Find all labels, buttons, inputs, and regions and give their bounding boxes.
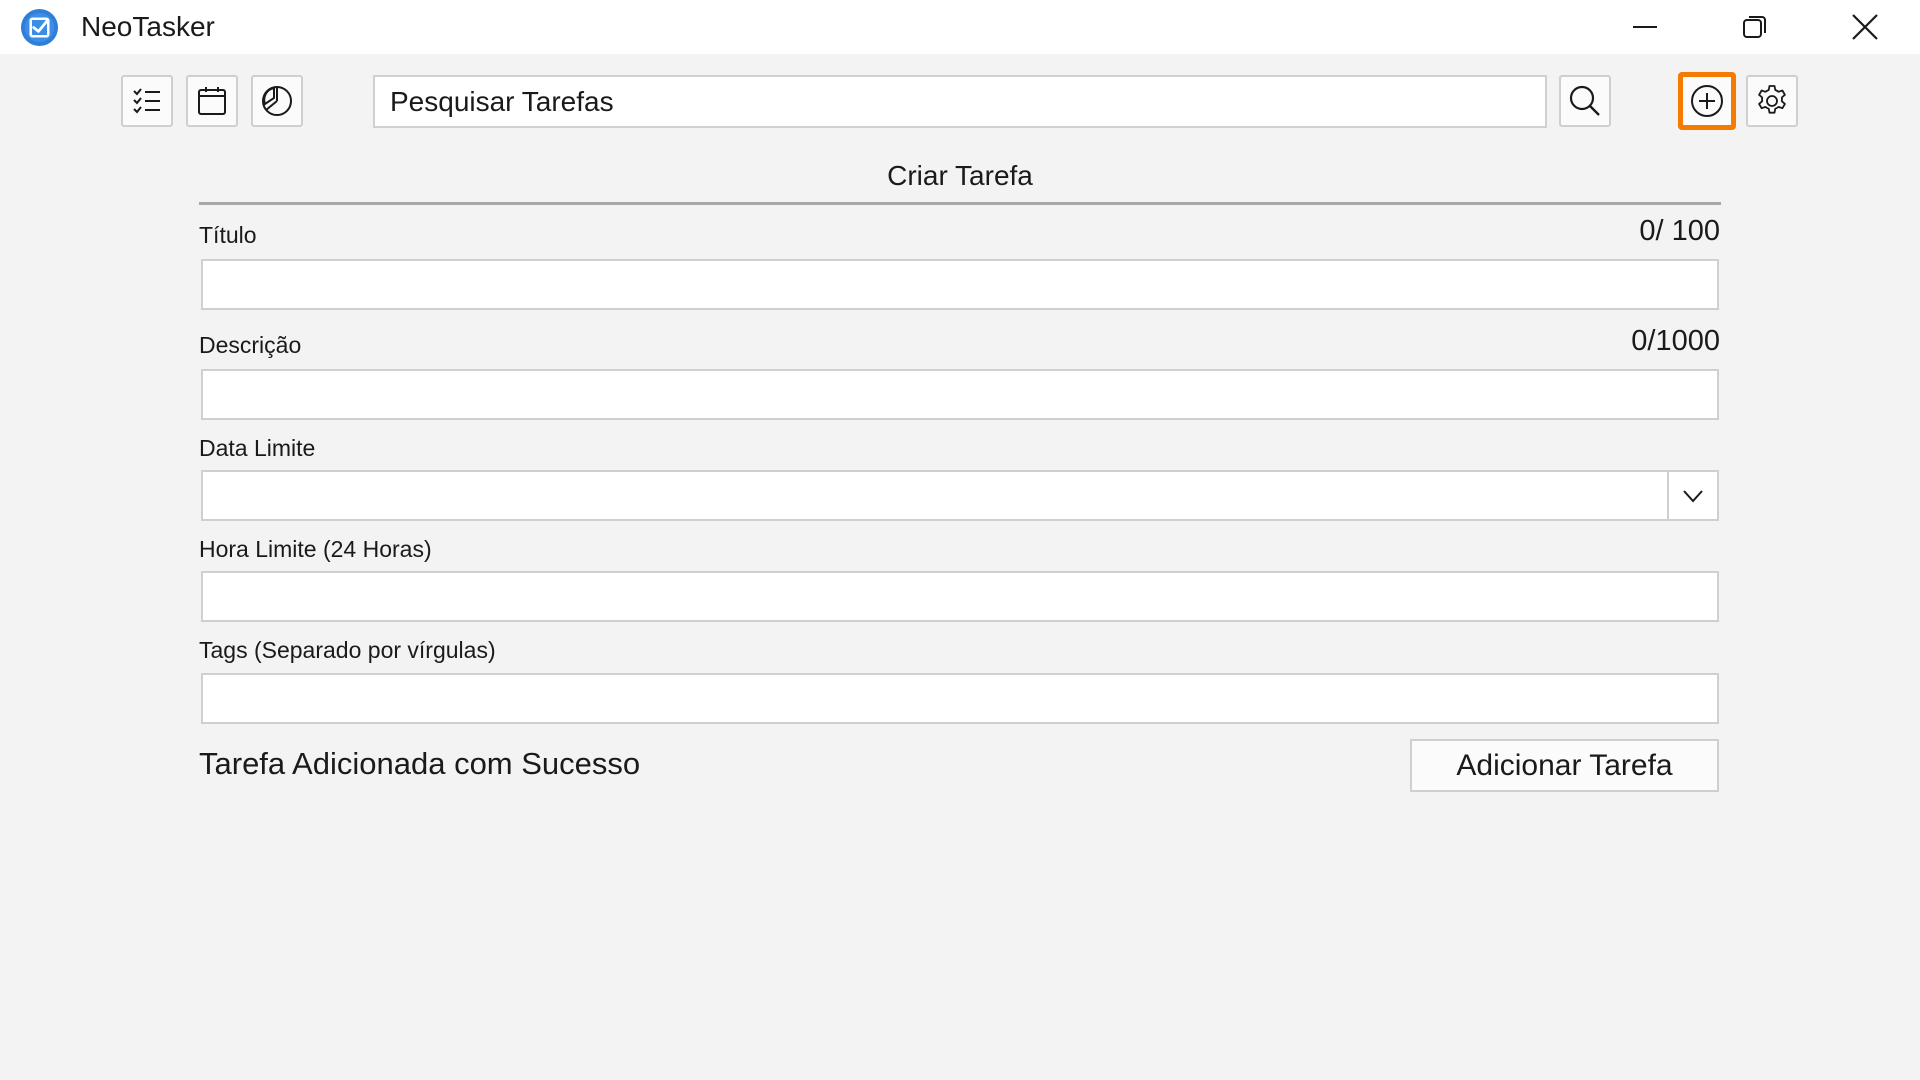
due-time-label: Hora Limite (24 Horas) xyxy=(199,536,432,562)
tags-input[interactable] xyxy=(201,673,1719,724)
search-button[interactable] xyxy=(1559,75,1611,127)
form-divider xyxy=(199,202,1721,205)
search-input[interactable] xyxy=(373,75,1547,128)
tags-label: Tags (Separado por vírgulas) xyxy=(199,637,496,663)
title-input[interactable] xyxy=(201,259,1719,310)
minimize-icon xyxy=(1633,26,1657,28)
search-icon xyxy=(1569,85,1600,116)
close-icon xyxy=(1852,14,1878,40)
app-logo-icon xyxy=(20,8,59,47)
title-label: Título xyxy=(199,222,257,248)
description-char-counter: 0/1000 xyxy=(1631,325,1720,357)
add-circle-icon xyxy=(1691,85,1723,117)
pie-chart-icon xyxy=(262,86,292,116)
form-title: Criar Tarefa xyxy=(887,160,1033,191)
due-time-input[interactable] xyxy=(201,571,1719,622)
description-input[interactable] xyxy=(201,369,1719,420)
close-button[interactable] xyxy=(1810,0,1920,54)
settings-button[interactable] xyxy=(1746,75,1798,127)
calendar-icon xyxy=(198,87,226,115)
chevron-down-icon xyxy=(1683,489,1703,502)
app-window: NeoTasker Pesquisar Tarefas Criar Tarefa… xyxy=(0,0,1920,1080)
task-list-icon xyxy=(133,88,160,114)
add-task-button[interactable] xyxy=(1678,72,1736,130)
title-char-counter: 0/ 100 xyxy=(1639,215,1720,247)
status-message: Tarefa Adicionada com Sucesso xyxy=(199,746,641,781)
task-list-button[interactable] xyxy=(121,75,173,127)
statistics-button[interactable] xyxy=(251,75,303,127)
due-date-label: Data Limite xyxy=(199,435,316,461)
description-label: Descrição xyxy=(199,332,302,358)
restore-icon xyxy=(1743,16,1766,38)
app-title: NeoTasker xyxy=(81,11,215,42)
gear-icon xyxy=(1758,85,1786,114)
calendar-button[interactable] xyxy=(186,75,238,127)
minimize-button[interactable] xyxy=(1590,0,1700,54)
date-dropdown-button[interactable] xyxy=(1667,472,1717,519)
due-date-picker[interactable] xyxy=(201,470,1719,521)
maximize-button[interactable] xyxy=(1700,0,1810,54)
title-bar: NeoTasker xyxy=(0,0,1920,54)
add-task-submit-button[interactable]: Adicionar Tarefa xyxy=(1410,739,1719,792)
